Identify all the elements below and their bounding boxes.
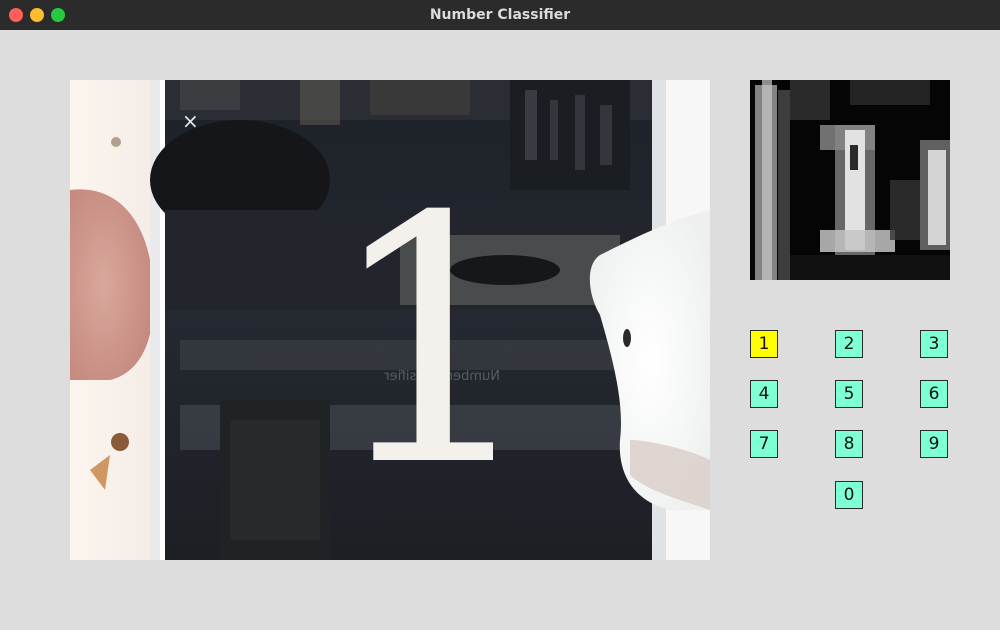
digit-button-5[interactable]: 5	[835, 380, 863, 408]
digit-button-2[interactable]: 2	[835, 330, 863, 358]
digit-button-6[interactable]: 6	[920, 380, 948, 408]
title-bar: Number Classifier	[0, 0, 1000, 30]
digit-button-0[interactable]: 0	[835, 481, 863, 509]
svg-text:×: ×	[182, 109, 199, 133]
camera-feed: Number Classifier × 1	[70, 80, 710, 560]
digit-button-7[interactable]: 7	[750, 430, 778, 458]
digit-button-8[interactable]: 8	[835, 430, 863, 458]
digit-button-9[interactable]: 9	[920, 430, 948, 458]
digit-button-4[interactable]: 4	[750, 380, 778, 408]
digit-button-3[interactable]: 3	[920, 330, 948, 358]
digit-button-1[interactable]: 1	[750, 330, 778, 358]
camera-digit: 1	[325, 145, 541, 541]
app-window: Number Classifier Number Classifier × 1 …	[0, 0, 1000, 630]
processed-digit-preview	[750, 80, 950, 280]
window-title: Number Classifier	[429, 7, 571, 23]
